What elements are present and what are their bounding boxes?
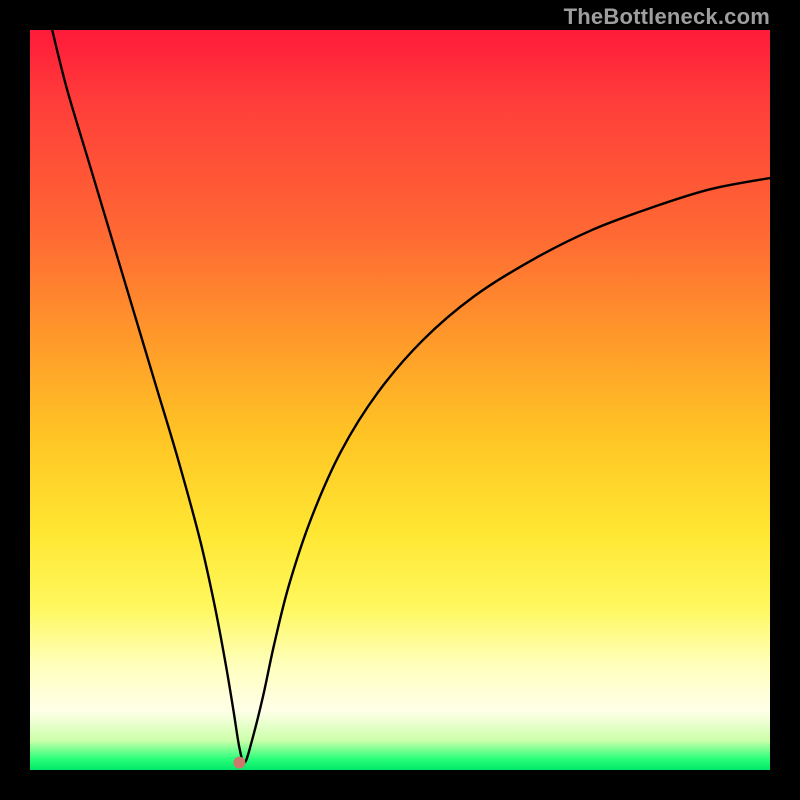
watermark-text: TheBottleneck.com [564,4,770,30]
chart-svg [30,30,770,770]
minimum-marker-dot [233,757,245,769]
chart-frame [30,30,770,770]
bottleneck-curve [52,30,770,763]
